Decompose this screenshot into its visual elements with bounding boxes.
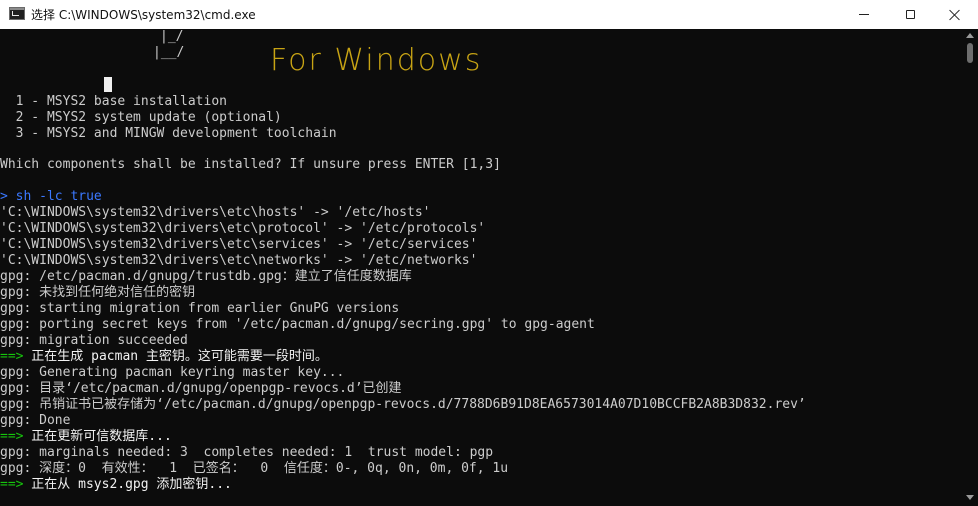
cmd-icon[interactable] — [9, 7, 25, 20]
output-line: ==> 正在生成 pacman 主密钥。这可能需要一段时间。 — [0, 349, 328, 365]
output-line: 'C:\WINDOWS\system32\drivers\etc\network… — [0, 253, 478, 268]
scroll-thumb[interactable] — [967, 43, 973, 63]
text-cursor — [104, 77, 112, 92]
scroll-down-icon[interactable] — [966, 495, 974, 500]
arrow-marker: ==> — [0, 477, 24, 492]
output-line: gpg: marginals needed: 3 completes neede… — [0, 445, 494, 460]
close-icon — [949, 9, 961, 21]
menu-option-1: 1 - MSYS2 base installation — [0, 94, 227, 109]
banner-art-line-2: |__/ — [153, 45, 185, 60]
banner-art-line-1: |_/ — [160, 29, 184, 44]
output-line: 'C:\WINDOWS\system32\drivers\etc\protoco… — [0, 221, 486, 236]
maximize-button[interactable] — [887, 0, 933, 29]
arrow-marker: ==> — [0, 429, 24, 444]
output-line: ==> 正在更新可信数据库... — [0, 429, 172, 445]
title-bar[interactable]: 选择 C:\WINDOWS\system32\cmd.exe — [0, 0, 978, 29]
status-text: 正在更新可信数据库... — [23, 429, 172, 444]
vertical-scrollbar[interactable] — [962, 29, 978, 506]
output-line: gpg: Done — [0, 413, 71, 428]
banner-for-windows: For Windows — [270, 43, 483, 78]
output-line: gpg: /etc/pacman.d/gnupg/trustdb.gpg：建立了… — [0, 269, 412, 284]
cmd-window: 选择 C:\WINDOWS\system32\cmd.exe |_/ |__/ … — [0, 0, 978, 506]
window-title: 选择 C:\WINDOWS\system32\cmd.exe — [31, 8, 256, 22]
maximize-icon — [905, 10, 915, 19]
command-line: > sh -lc true — [0, 189, 102, 205]
output-line: 'C:\WINDOWS\system32\drivers\etc\service… — [0, 237, 478, 252]
output-line: gpg: Generating pacman keyring master ke… — [0, 365, 345, 380]
output-line: gpg: 目录‘/etc/pacman.d/gnupg/openpgp-revo… — [0, 381, 402, 396]
scroll-up-icon[interactable] — [966, 33, 974, 38]
output-line: gpg: migration succeeded — [0, 333, 188, 348]
command-text: sh -lc true — [7, 189, 102, 204]
status-text: 正在生成 pacman 主密钥。这可能需要一段时间。 — [23, 349, 328, 364]
output-line: 'C:\WINDOWS\system32\drivers\etc\hosts' … — [0, 205, 431, 220]
arrow-marker: ==> — [0, 349, 24, 364]
install-question: Which components shall be installed? If … — [0, 157, 501, 172]
output-line: gpg: porting secret keys from '/etc/pacm… — [0, 317, 595, 332]
minimize-icon — [859, 14, 869, 15]
minimize-button[interactable] — [841, 0, 887, 29]
status-text: 正在从 msys2.gpg 添加密钥... — [23, 477, 232, 492]
menu-option-2: 2 - MSYS2 system update (optional) — [0, 110, 282, 125]
output-line: gpg: 吊销证书已被存储为‘/etc/pacman.d/gnupg/openp… — [0, 397, 806, 412]
output-line: gpg: starting migration from earlier Gnu… — [0, 301, 400, 316]
output-line: ==> 正在从 msys2.gpg 添加密钥... — [0, 477, 232, 493]
menu-option-3: 3 - MSYS2 and MINGW development toolchai… — [0, 126, 337, 141]
close-button[interactable] — [932, 0, 978, 29]
prompt-symbol: > — [0, 189, 8, 204]
output-line: gpg: 深度：0 有效性： 1 已签名： 0 信任度：0-, 0q, 0n, … — [0, 461, 509, 476]
output-line: gpg: 未找到任何绝对信任的密钥 — [0, 285, 196, 300]
console-output[interactable]: |_/ |__/ For Windows 1 - MSYS2 base inst… — [0, 29, 962, 506]
